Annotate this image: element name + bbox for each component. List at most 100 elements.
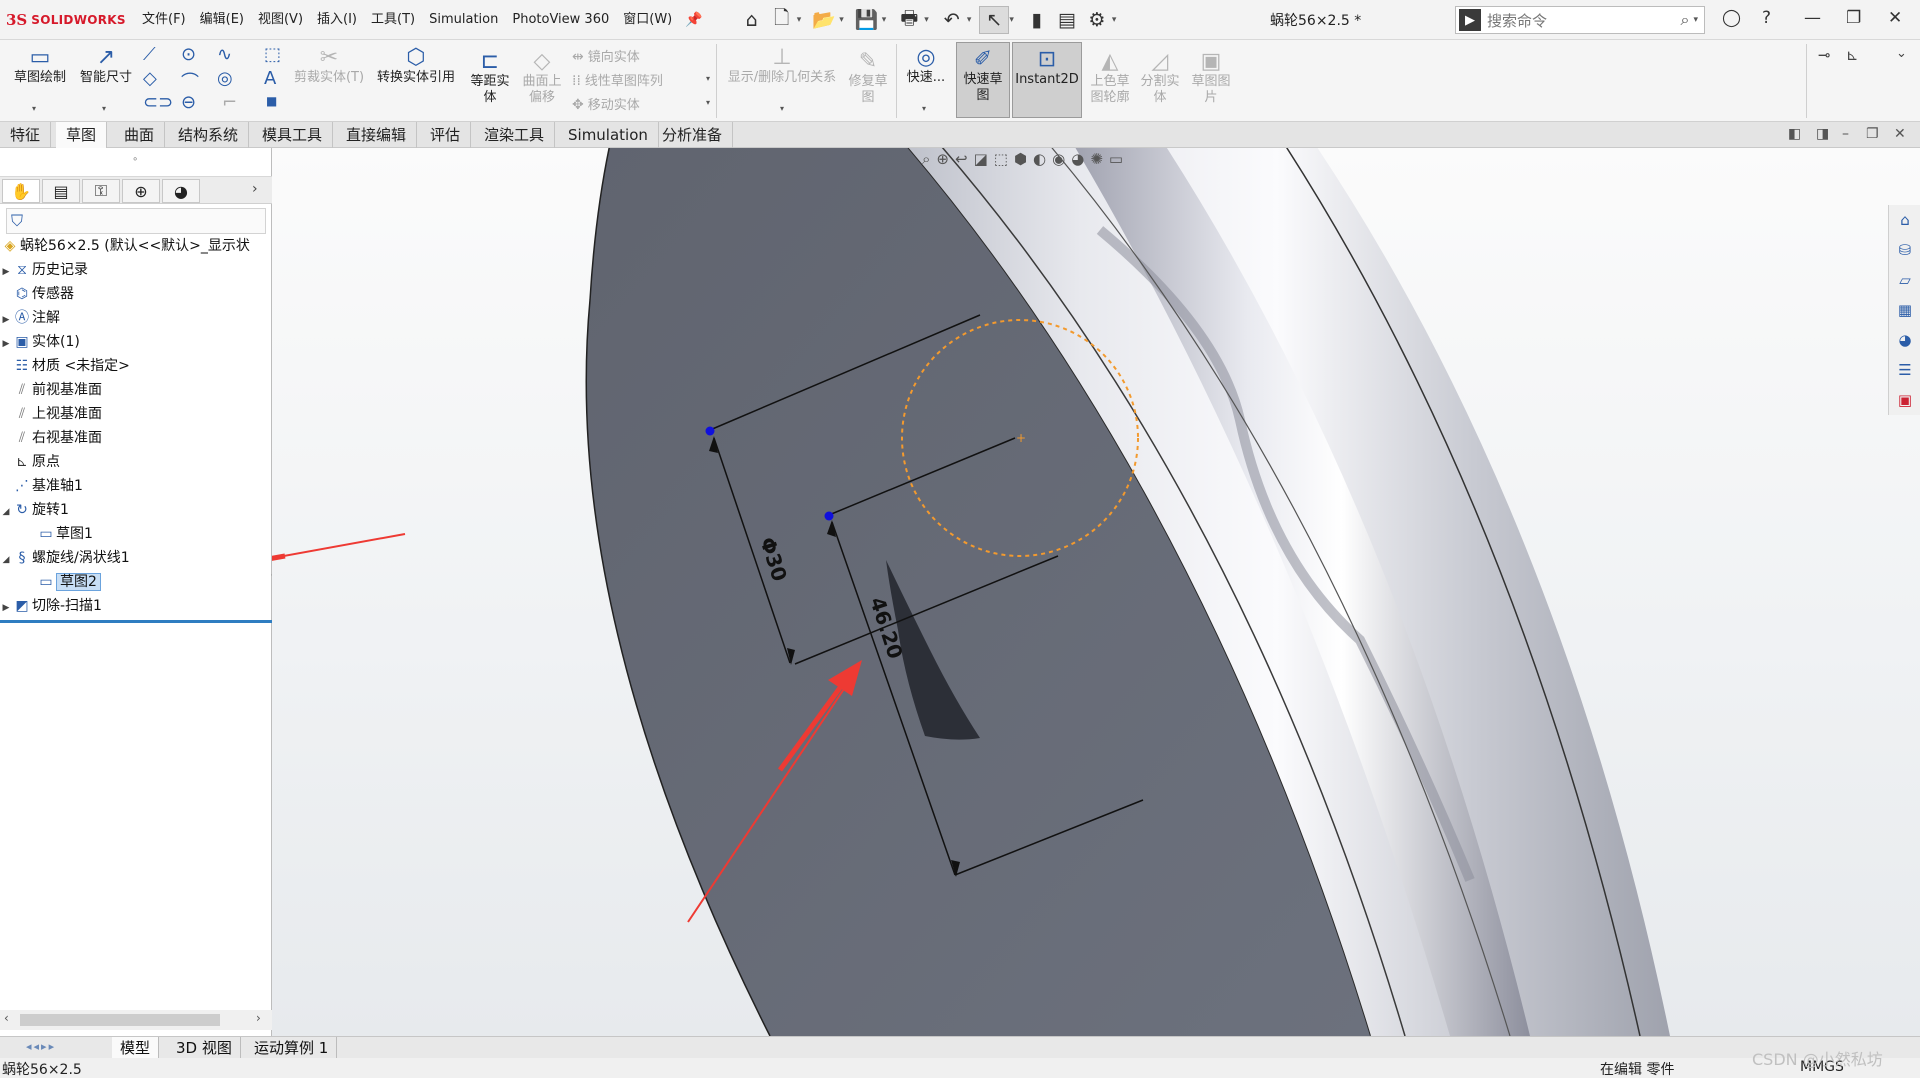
search-commands-box[interactable]: ▶ 搜索命令 ⌕ ▾ xyxy=(1455,6,1705,34)
expand-arrow-icon[interactable]: ▶ xyxy=(0,332,12,356)
trim-entities-button[interactable]: ✂ 剪裁实体(T) xyxy=(292,46,366,86)
solidworks-resources-icon[interactable]: ⌂ xyxy=(1894,211,1916,233)
spline-icon[interactable]: ∿ xyxy=(217,44,232,65)
apply-scene-icon[interactable]: ✺ xyxy=(1090,150,1103,174)
file-explorer-icon[interactable]: ▱ xyxy=(1894,271,1916,293)
menu-simulation[interactable]: Simulation xyxy=(422,0,505,40)
print-icon[interactable]: 🖶 xyxy=(894,6,924,34)
chevron-down-icon[interactable]: ▾ xyxy=(1693,15,1698,25)
convert-entities-button[interactable]: ⬡ 转换实体引用 xyxy=(372,46,460,86)
chevron-down-icon[interactable]: ▾ xyxy=(967,15,972,25)
tree-item-material[interactable]: ☷ 材质 <未指定> xyxy=(0,354,130,378)
minimize-icon[interactable]: — xyxy=(1804,8,1821,28)
tree-item-cut-sweep1[interactable]: ▶ ◩ 切除-扫描1 xyxy=(0,594,102,618)
view-orientation-icon[interactable]: ⬢ xyxy=(1014,150,1027,174)
tree-item-history[interactable]: ▶ ⧖ 历史记录 xyxy=(0,258,88,282)
options-gear-icon[interactable]: ⚙ xyxy=(1082,6,1112,34)
chevron-down-icon[interactable]: ▾ xyxy=(780,104,784,113)
design-library-icon[interactable]: ⛁ xyxy=(1894,241,1916,263)
chevron-down-icon[interactable]: ▾ xyxy=(882,15,887,25)
section-view-icon[interactable]: ◪ xyxy=(974,150,988,174)
custom-properties-icon[interactable]: ☰ xyxy=(1894,361,1916,383)
menu-edit[interactable]: 编辑(E) xyxy=(193,0,251,40)
close-icon[interactable]: ✕ xyxy=(1888,8,1902,28)
previous-view-icon[interactable]: ↩ xyxy=(955,150,968,174)
dynamic-annotation-icon[interactable]: ⬚ xyxy=(994,150,1008,174)
appearances-icon[interactable]: ◕ xyxy=(1894,331,1916,353)
shaded-sketch-button[interactable]: ◭ 上色草 图轮廓 xyxy=(1086,50,1134,106)
collapse-arrow-icon[interactable]: ◢ xyxy=(0,548,12,572)
new-document-icon[interactable]: 🗋 xyxy=(767,6,797,34)
tree-filter[interactable]: ⛉ xyxy=(6,208,266,234)
select-cursor-icon[interactable]: ↖ xyxy=(979,5,1010,34)
user-account-icon[interactable]: ◯ xyxy=(1722,8,1741,28)
menu-view[interactable]: 视图(V) xyxy=(251,0,310,40)
view-palette-icon[interactable]: ▦ xyxy=(1894,301,1916,323)
sketch-button[interactable]: ▭ 草图绘制 xyxy=(8,46,72,86)
tree-item-axis1[interactable]: ⋰ 基准轴1 xyxy=(0,474,83,498)
home-icon[interactable]: ⌂ xyxy=(737,6,767,34)
model-canvas[interactable]: + Φ30 46.20 xyxy=(272,148,1920,1036)
tab-model[interactable]: 模型 xyxy=(112,1037,160,1059)
zoom-to-fit-icon[interactable]: ⌕ xyxy=(922,150,930,174)
chevron-down-icon[interactable]: ▾ xyxy=(839,15,844,25)
file-properties-icon[interactable]: ▤ xyxy=(1052,6,1082,34)
drawing-view-icon[interactable]: ⊾ xyxy=(1846,46,1859,64)
chevron-down-icon[interactable]: ▾ xyxy=(797,15,802,25)
chevron-down-icon[interactable]: ▾ xyxy=(1009,15,1014,25)
chevron-down-icon[interactable]: ▾ xyxy=(1112,15,1117,25)
scroll-left-icon[interactable]: ‹ xyxy=(4,1011,9,1025)
search-input[interactable]: 搜索命令 xyxy=(1487,10,1681,31)
undo-icon[interactable]: ↶ xyxy=(937,6,967,34)
pin-icon[interactable]: 📌 xyxy=(685,12,702,28)
menu-photoview[interactable]: PhotoView 360 xyxy=(505,0,616,40)
display-style-icon[interactable]: ◐ xyxy=(1033,150,1046,174)
expand-arrow-icon[interactable]: ▶ xyxy=(0,596,12,620)
panel-grip-icon[interactable]: ∘ xyxy=(132,154,138,165)
chevron-down-icon[interactable]: ▾ xyxy=(924,15,929,25)
instant2d-button[interactable]: ⊡ Instant2D xyxy=(1014,48,1080,88)
tab-evaluate[interactable]: 评估 xyxy=(420,122,472,148)
chevron-down-icon[interactable]: ▾ xyxy=(706,98,710,107)
tab-structure-system[interactable]: 结构系统 xyxy=(168,122,250,148)
tree-item-right-plane[interactable]: ⫽ 右视基准面 xyxy=(0,426,102,450)
tab-simulation[interactable]: Simulation xyxy=(558,122,659,148)
display-relations-button[interactable]: ⊥ 显示/删除几何关系 xyxy=(724,46,840,86)
restore-icon[interactable]: ❐ xyxy=(1846,8,1861,28)
collapse-arrow-icon[interactable]: ◢ xyxy=(0,500,12,524)
tab-3d-views[interactable]: 3D 视图 xyxy=(168,1037,241,1059)
tile-left-icon[interactable]: ◧ xyxy=(1788,126,1801,142)
tree-item-sketch1[interactable]: ▭ 草图1 xyxy=(24,522,93,546)
polygon-icon[interactable]: ◇ xyxy=(143,68,157,89)
tree-root-part[interactable]: ◈ 蜗轮56×2.5 (默认<<默认>_显示状 xyxy=(0,234,250,258)
chevron-down-icon[interactable]: ⌄ xyxy=(1896,46,1907,61)
move-entities-button[interactable]: ✥ 移动实体 xyxy=(572,94,640,113)
configuration-manager-tab-icon[interactable]: ⚿ xyxy=(82,179,120,203)
forum-icon[interactable]: ▣ xyxy=(1894,391,1916,413)
sketch-point[interactable] xyxy=(824,511,834,521)
offset-entities-button[interactable]: ⊏ 等距实 体 xyxy=(466,50,514,106)
circle-icon[interactable]: ⊙ xyxy=(181,44,196,65)
tab-render-tools[interactable]: 渲染工具 xyxy=(474,122,556,148)
tree-item-solid-bodies[interactable]: ▶ ▣ 实体(1) xyxy=(0,330,80,354)
tab-mold-tools[interactable]: 模具工具 xyxy=(252,122,334,148)
tab-surfaces[interactable]: 曲面 xyxy=(114,122,166,148)
smart-dimension-button[interactable]: ↗ 智能尺寸 xyxy=(74,46,138,86)
chamfer-icon[interactable]: ⌐ xyxy=(222,92,237,113)
dimxpert-tab-icon[interactable]: ⊕ xyxy=(122,179,160,203)
search-icon[interactable]: ⌕ xyxy=(1681,10,1690,30)
scroll-thumb[interactable] xyxy=(20,1014,220,1026)
doc-restore-icon[interactable]: ❐ xyxy=(1866,126,1879,142)
scroll-right-icon[interactable]: › xyxy=(256,1011,261,1025)
menu-window[interactable]: 窗口(W) xyxy=(616,0,679,40)
menu-insert[interactable]: 插入(I) xyxy=(310,0,364,40)
edit-appearance-icon[interactable]: ◕ xyxy=(1071,150,1084,174)
tab-sketch[interactable]: 草图 xyxy=(56,122,108,148)
rebuild-traffic-light-icon[interactable]: ▮ xyxy=(1022,6,1052,34)
chevron-down-icon[interactable]: ▾ xyxy=(32,104,36,113)
sketch-point[interactable] xyxy=(705,426,715,436)
linear-pattern-button[interactable]: ⁞⁞ 线性草图阵列 xyxy=(572,70,663,89)
menu-tools[interactable]: 工具(T) xyxy=(364,0,422,40)
sketch-picture-button[interactable]: ▣ 草图图 片 xyxy=(1186,50,1236,106)
rollback-bar[interactable] xyxy=(0,620,272,623)
